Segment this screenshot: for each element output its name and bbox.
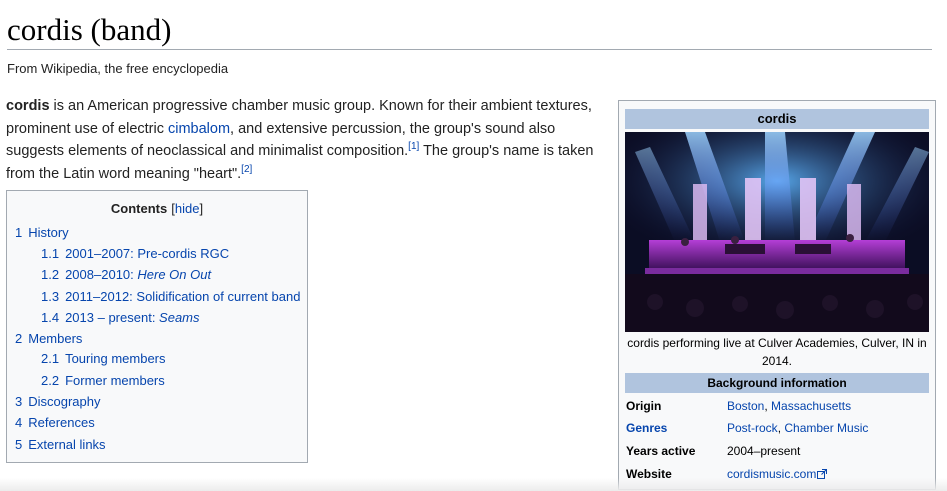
years-active-value: 2004–present	[727, 444, 801, 458]
toc-item-discography[interactable]: 3 Discography	[15, 394, 101, 409]
toc-item-pre-cordis[interactable]: 1.1 2001–2007: Pre-cordis RGC	[41, 246, 229, 261]
title-divider	[7, 49, 932, 50]
toc-item-external-links[interactable]: 5 External links	[15, 437, 106, 452]
toc-item-touring-members[interactable]: 2.1 Touring members	[41, 351, 166, 366]
toc-item-here-on-out[interactable]: 1.2 2008–2010: Here On Out	[41, 267, 211, 282]
bottom-fade	[0, 478, 947, 491]
reference-link-1[interactable]: [1]	[408, 141, 419, 152]
toc-item-solidification[interactable]: 1.3 2011–2012: Solidification of current …	[41, 289, 300, 304]
toc-item-members[interactable]: 2 Members	[15, 331, 82, 346]
page-title: cordis (band)	[7, 12, 172, 47]
reference-link-2[interactable]: [2]	[241, 164, 252, 175]
toc-title: Contents [hide]	[7, 201, 307, 216]
toc-item-seams[interactable]: 1.4 2013 – present: Seams	[41, 310, 200, 325]
origin-city-link[interactable]: Boston	[727, 399, 764, 413]
years-active-label: Years active	[626, 444, 696, 458]
infobox: cordis cordis performing live at Culver …	[618, 100, 936, 490]
origin-state-link[interactable]: Massachusetts	[771, 399, 851, 413]
band-concert-photo[interactable]	[625, 132, 929, 332]
origin-label: Origin	[626, 399, 662, 413]
lead-paragraph: cordis is an American progressive chambe…	[6, 95, 611, 185]
origin-value: Boston, Massachusetts	[727, 399, 852, 413]
toc-item-history[interactable]: 1 History	[15, 225, 69, 240]
genre-post-rock-link[interactable]: Post-rock	[727, 421, 778, 435]
genres-value: Post-rock, Chamber Music	[727, 421, 869, 435]
lead-subject: cordis	[6, 98, 50, 114]
genre-chamber-music-link[interactable]: Chamber Music	[784, 421, 868, 435]
toc-item-references[interactable]: 4 References	[15, 415, 95, 430]
toc-heading: Contents	[110, 201, 168, 216]
table-of-contents: Contents [hide] 1 History 1.1 2001–2007: Pr…	[6, 190, 308, 463]
infobox-section-header: Background information	[625, 373, 929, 393]
toc-item-former-members[interactable]: 2.2 Former members	[41, 373, 165, 388]
cimbalom-link[interactable]: cimbalom	[168, 121, 230, 137]
photo-caption: cordis performing live at Culver Academi…	[627, 336, 927, 368]
page-tagline: From Wikipedia, the free encyclopedia	[7, 61, 229, 76]
toc-hide-toggle[interactable]: [hide]	[171, 201, 203, 216]
genres-label-link[interactable]: Genres	[626, 421, 667, 435]
infobox-title: cordis	[625, 109, 929, 129]
toc-hide-link[interactable]: hide	[175, 201, 200, 216]
